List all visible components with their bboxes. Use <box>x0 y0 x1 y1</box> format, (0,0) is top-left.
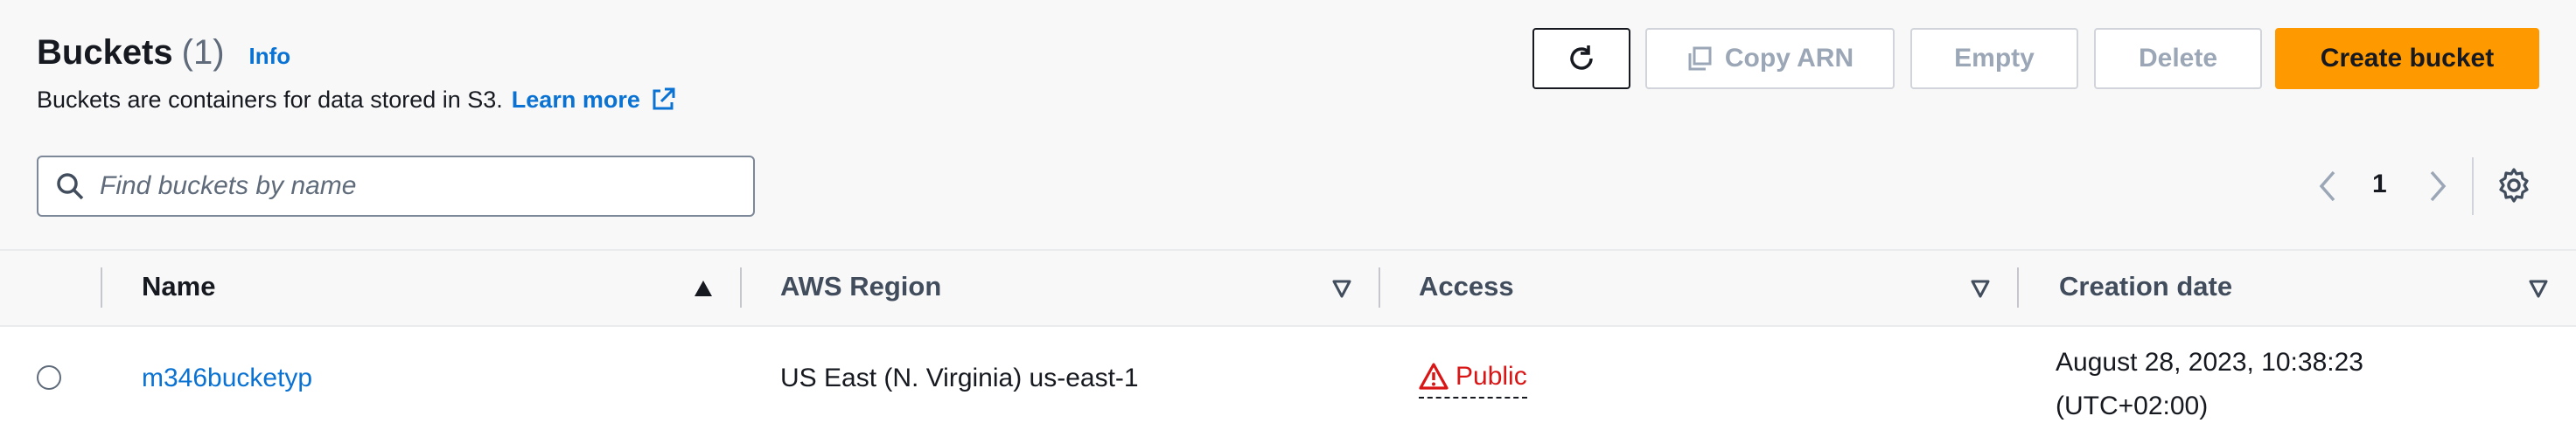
column-divider <box>101 267 102 308</box>
next-page-button[interactable] <box>2425 166 2451 206</box>
bucket-name-link[interactable]: m346bucketyp <box>142 364 312 393</box>
copy-arn-button[interactable]: Copy ARN <box>1645 28 1895 89</box>
sort-unsorted-icon[interactable] <box>1970 278 1991 299</box>
search-input[interactable] <box>98 170 714 202</box>
access-status[interactable]: Public <box>1419 362 1527 399</box>
access-label: Public <box>1456 362 1527 391</box>
copy-icon <box>1686 45 1725 72</box>
column-divider[interactable] <box>2017 267 2019 308</box>
creation-date-line2: (UTC+02:00) <box>2056 392 2209 420</box>
page-title: Buckets <box>37 33 173 72</box>
table-top-border <box>0 249 2576 251</box>
page-number[interactable]: 1 <box>2372 170 2387 199</box>
column-header-region[interactable]: AWS Region <box>780 271 941 302</box>
column-divider[interactable] <box>1379 267 1380 308</box>
pagination-divider <box>2472 157 2474 215</box>
copy-arn-label: Copy ARN <box>1724 44 1854 73</box>
column-divider[interactable] <box>740 267 742 308</box>
sort-ascending-icon[interactable] <box>693 278 714 299</box>
page-header: Buckets (1) Info <box>37 33 290 73</box>
empty-button[interactable]: Empty <box>1910 28 2078 89</box>
sort-unsorted-icon[interactable] <box>2528 278 2549 299</box>
description-text: Buckets are containers for data stored i… <box>37 86 503 113</box>
bucket-region: US East (N. Virginia) us-east-1 <box>780 364 1139 392</box>
warning-icon <box>1419 363 1449 390</box>
external-link-icon[interactable] <box>649 86 677 114</box>
chevron-left-icon <box>2319 170 2335 202</box>
info-link[interactable]: Info <box>249 43 291 70</box>
refresh-button[interactable] <box>1532 28 1630 89</box>
create-bucket-button[interactable]: Create bucket <box>2275 28 2539 89</box>
page-description: Buckets are containers for data stored i… <box>37 86 677 114</box>
refresh-icon <box>1564 41 1599 76</box>
search-box[interactable] <box>37 156 755 217</box>
previous-page-button[interactable] <box>2314 166 2341 206</box>
column-header-name[interactable]: Name <box>142 271 215 302</box>
row-select-radio[interactable] <box>37 365 61 390</box>
column-header-access[interactable]: Access <box>1419 271 1514 302</box>
sort-unsorted-icon[interactable] <box>1331 278 1352 299</box>
gear-icon <box>2499 168 2529 203</box>
creation-date: August 28, 2023, 10:38:23 (UTC+02:00) <box>2056 341 2363 428</box>
search-icon <box>54 170 86 202</box>
learn-more-link[interactable]: Learn more <box>512 87 640 114</box>
preferences-button[interactable] <box>2495 166 2533 209</box>
chevron-right-icon <box>2430 170 2447 202</box>
bucket-count: (1) <box>181 33 225 72</box>
column-header-creation-date[interactable]: Creation date <box>2059 271 2232 302</box>
delete-button[interactable]: Delete <box>2094 28 2262 89</box>
creation-date-line1: August 28, 2023, 10:38:23 <box>2056 348 2363 377</box>
